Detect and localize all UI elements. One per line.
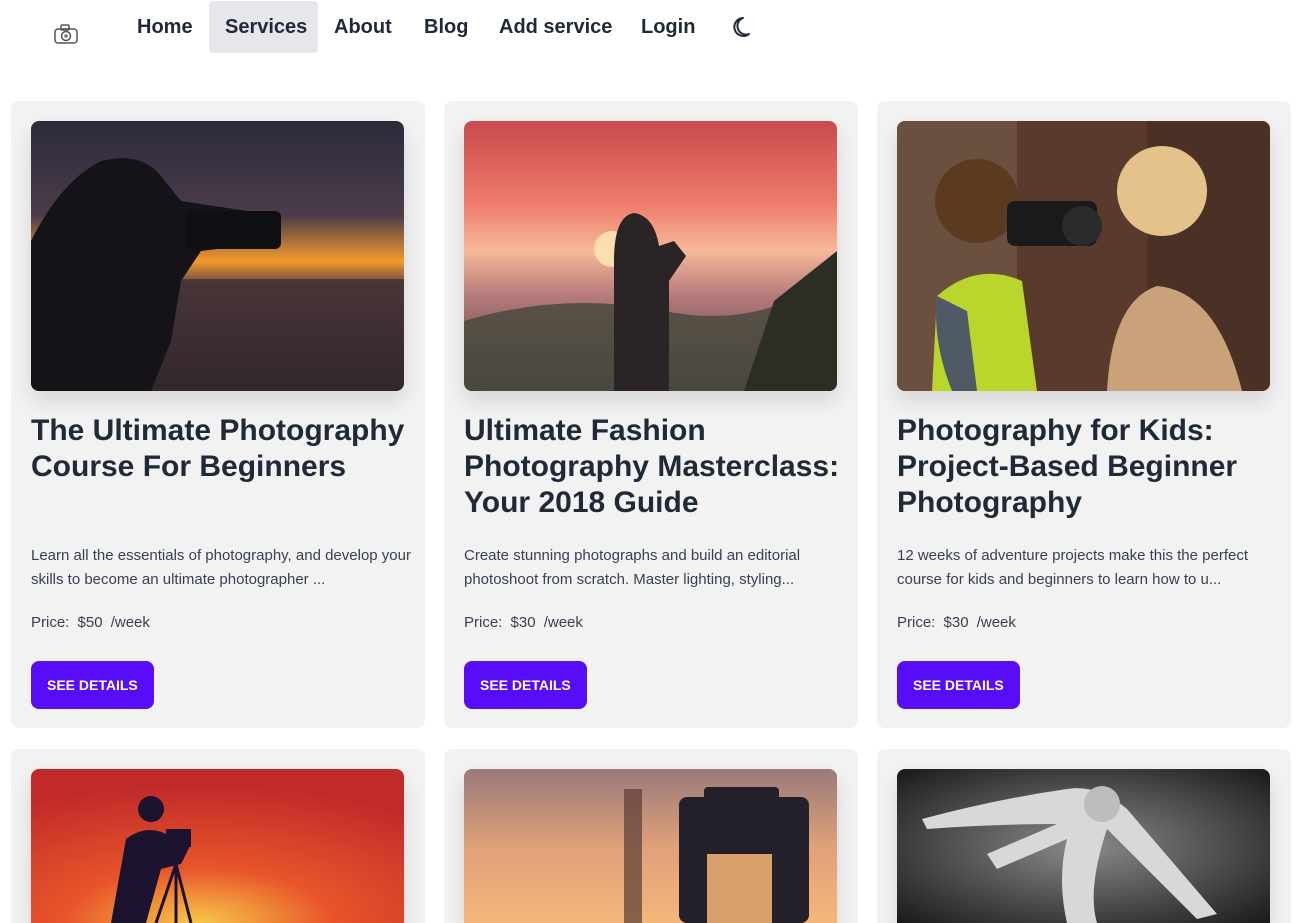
price-value: $30 — [943, 614, 969, 631]
service-description: Create stunning photographs and build an… — [464, 547, 801, 588]
service-card: Photography for Kids: Project-Based Begi… — [877, 101, 1291, 728]
service-card — [11, 749, 425, 923]
price-value: $50 — [77, 614, 103, 631]
service-card: The Ultimate Photography Course For Begi… — [11, 101, 425, 728]
service-image — [31, 769, 404, 923]
service-description: 12 weeks of adventure projects make this… — [897, 547, 1249, 588]
service-title: Photography for Kids: Project-Based Begi… — [897, 414, 1238, 519]
see-details-button[interactable]: SEE DETAILS — [464, 661, 587, 709]
service-title: Ultimate Fashion Photography Masterclass… — [464, 414, 840, 519]
service-card: Ultimate Fashion Photography Masterclass… — [444, 101, 858, 728]
moon-icon[interactable] — [730, 14, 758, 42]
camera-icon[interactable] — [52, 22, 80, 46]
see-details-button[interactable]: SEE DETAILS — [897, 661, 1020, 709]
nav-home[interactable]: Home — [121, 1, 209, 53]
service-card — [877, 749, 1291, 923]
nav-blog[interactable]: Blog — [408, 1, 484, 53]
price-label: Price: — [464, 614, 503, 631]
service-image — [897, 769, 1270, 923]
service-price: Price: $30 /week — [897, 614, 1016, 631]
price-value: $30 — [510, 614, 536, 631]
service-image — [897, 121, 1270, 391]
service-title: The Ultimate Photography Course For Begi… — [31, 414, 405, 483]
nav-services[interactable]: Services — [209, 1, 318, 53]
price-period: /week — [110, 614, 150, 631]
service-image — [464, 769, 837, 923]
service-image — [31, 121, 404, 391]
service-price: Price: $30 /week — [464, 614, 583, 631]
service-description: Learn all the essentials of photography,… — [31, 547, 411, 588]
service-card — [444, 749, 858, 923]
service-price: Price: $50 /week — [31, 614, 150, 631]
top-navbar: Home Services About Blog Add service Log… — [0, 0, 1296, 56]
price-label: Price: — [897, 614, 936, 631]
nav-add-service[interactable]: Add service — [483, 1, 628, 53]
nav-login[interactable]: Login — [625, 1, 711, 53]
see-details-button[interactable]: SEE DETAILS — [31, 661, 154, 709]
price-period: /week — [543, 614, 583, 631]
price-label: Price: — [31, 614, 70, 631]
price-period: /week — [976, 614, 1016, 631]
nav-about[interactable]: About — [318, 1, 408, 53]
service-image — [464, 121, 837, 391]
